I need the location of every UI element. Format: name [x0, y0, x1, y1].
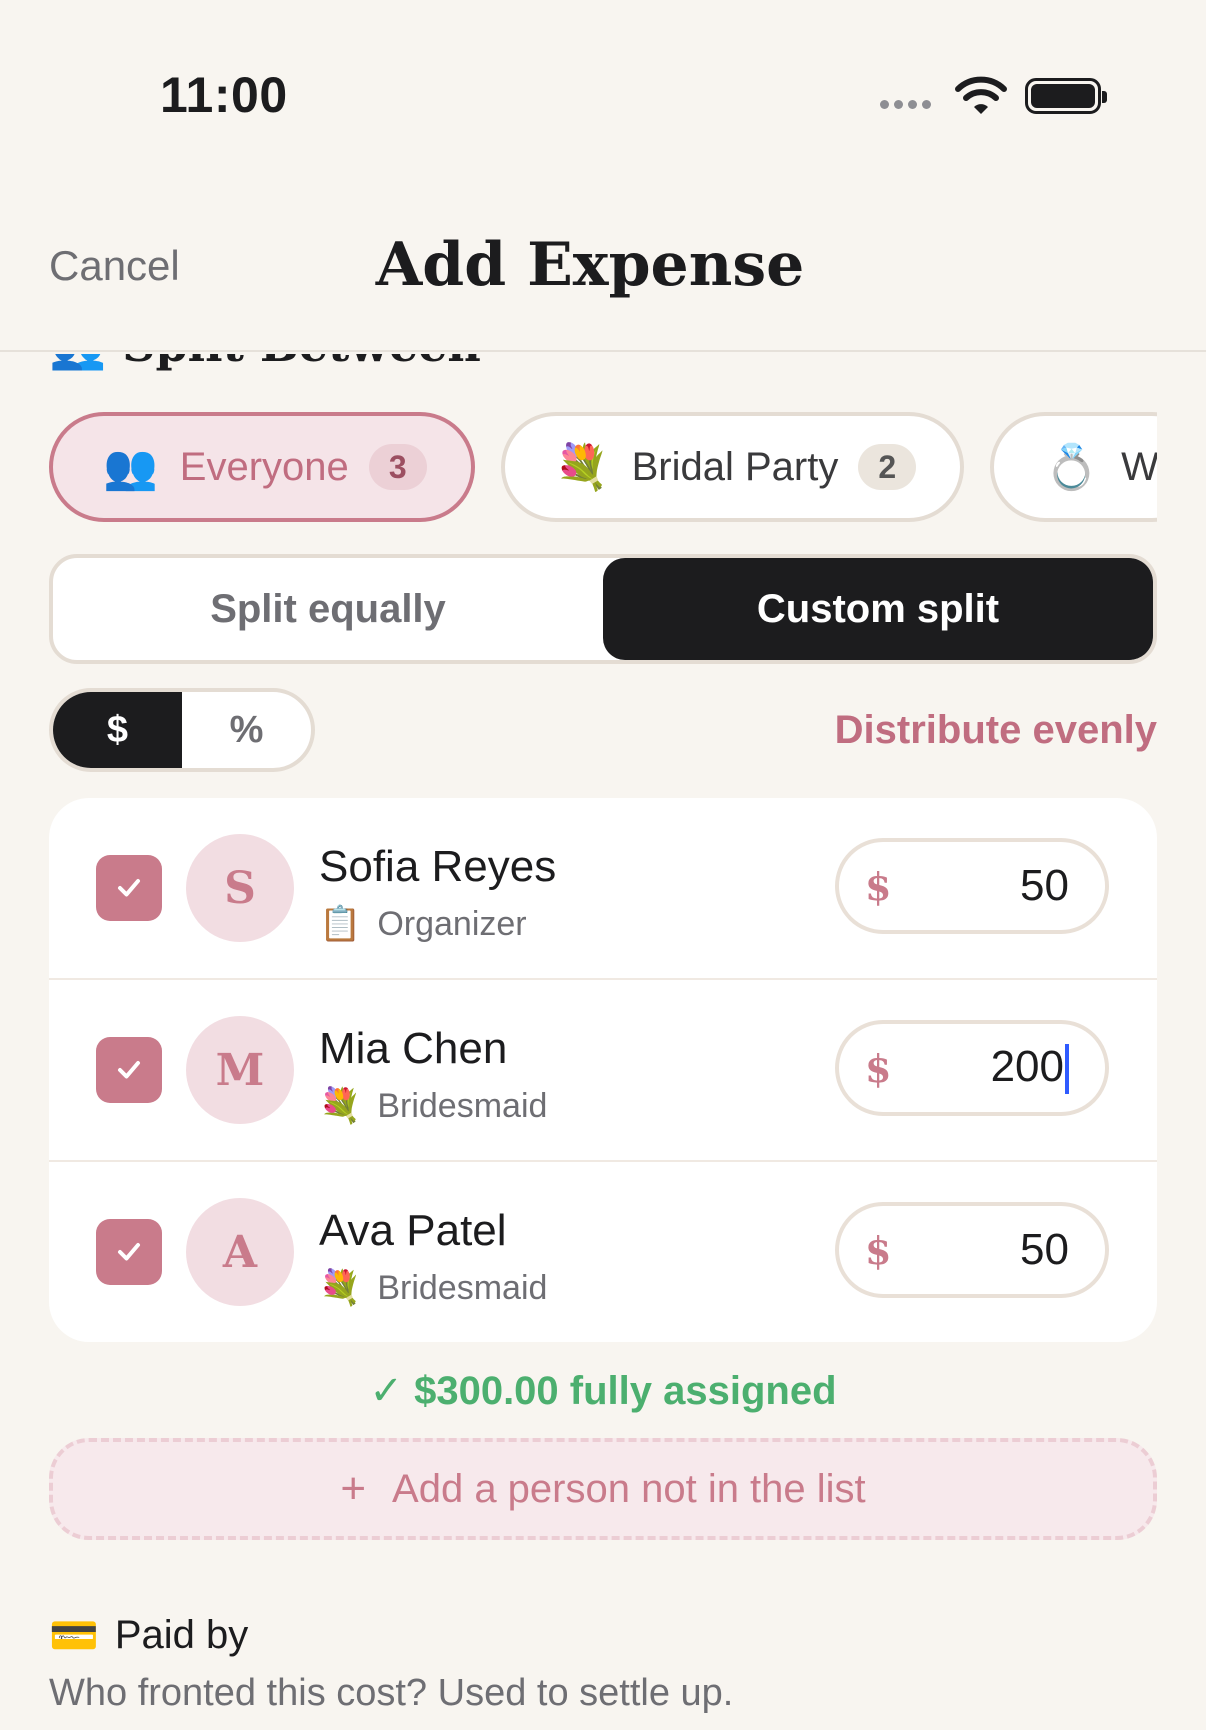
avatar: A	[186, 1198, 294, 1306]
people-icon: 👥	[103, 443, 158, 492]
custom-split-tab[interactable]: Custom split	[603, 558, 1153, 660]
chip-count-badge: 2	[858, 444, 917, 490]
chip-wedding[interactable]: 💍 W	[990, 412, 1157, 522]
bouquet-icon: 💐	[319, 1087, 362, 1125]
unit-toggle: $ %	[49, 688, 315, 772]
checkmark-icon	[118, 1243, 140, 1261]
amount-input[interactable]: $ 50	[835, 838, 1109, 934]
clipboard-icon: 📋	[319, 905, 362, 943]
person-checkbox[interactable]	[96, 1219, 162, 1285]
text-cursor	[1065, 1044, 1069, 1095]
cellular-signal-icon	[880, 99, 931, 109]
people-list: S Sofia Reyes 📋 Organizer $ 50 M Mia Che…	[49, 798, 1157, 1342]
amount-input[interactable]: $ 200	[835, 1020, 1109, 1116]
chip-label: Everyone	[179, 444, 349, 489]
person-role: 📋 Organizer	[319, 904, 527, 944]
currency-symbol: $	[865, 1045, 892, 1091]
currency-symbol: $	[865, 863, 892, 909]
wifi-icon	[955, 76, 1007, 114]
person-row: M Mia Chen 💐 Bridesmaid $ 200	[49, 980, 1157, 1162]
paid-by-header: 💳 Paid by	[49, 1612, 248, 1659]
person-role: 💐 Bridesmaid	[319, 1268, 547, 1308]
ring-icon: 💍	[1044, 443, 1100, 492]
assignment-status: ✓ $300.00 fully assigned	[369, 1369, 837, 1413]
amount-value: 50	[1020, 861, 1069, 910]
split-equally-tab[interactable]: Split equally	[53, 558, 603, 660]
section-title: 👥 Split Between	[49, 354, 481, 373]
amount-value: 200	[990, 1041, 1064, 1091]
avatar: M	[186, 1016, 294, 1124]
status-icons	[880, 76, 1107, 116]
amount-value: 50	[1020, 1225, 1069, 1274]
chip-count-badge: 3	[368, 444, 427, 490]
status-time: 11:00	[160, 67, 288, 123]
person-name: Ava Patel	[319, 1206, 507, 1255]
role-label: Bridesmaid	[377, 1268, 548, 1307]
role-label: Organizer	[377, 904, 527, 943]
nav-divider	[0, 350, 1206, 352]
person-checkbox[interactable]	[96, 855, 162, 921]
person-name: Sofia Reyes	[319, 842, 557, 891]
chip-everyone[interactable]: 👥 Everyone 3	[49, 412, 475, 522]
avatar: S	[186, 834, 294, 942]
person-row: A Ava Patel 💐 Bridesmaid $ 50	[49, 1162, 1157, 1342]
credit-card-icon: 💳	[49, 1614, 99, 1658]
section-count: 3 of 3 selected	[936, 354, 1157, 373]
distribute-evenly-button[interactable]: Distribute evenly	[835, 708, 1157, 753]
checkmark-icon	[118, 879, 140, 897]
split-mode-control: Split equally Custom split	[49, 554, 1157, 664]
currency-symbol: $	[865, 1227, 892, 1273]
bouquet-icon: 💐	[319, 1269, 362, 1307]
add-person-label: Add a person not in the list	[392, 1466, 866, 1511]
person-name: Mia Chen	[319, 1024, 508, 1073]
checkmark-icon	[118, 1061, 140, 1079]
chip-bridal-party[interactable]: 💐 Bridal Party 2	[500, 412, 965, 522]
nav-bar: Cancel Add Expense	[0, 210, 1206, 352]
add-person-button[interactable]: + Add a person not in the list	[49, 1438, 1157, 1540]
person-row: S Sofia Reyes 📋 Organizer $ 50	[49, 798, 1157, 980]
group-chip-strip[interactable]: 👥 Everyone 3 💐 Bridal Party 2 💍 W	[49, 412, 1157, 524]
chip-label: Bridal Party	[631, 444, 839, 489]
person-checkbox[interactable]	[96, 1037, 162, 1103]
chip-label: W	[1121, 444, 1157, 489]
amount-input[interactable]: $ 50	[835, 1202, 1109, 1298]
section-header: 👥 Split Between 3 of 3 selected	[49, 354, 1157, 374]
role-label: Bridesmaid	[377, 1086, 548, 1125]
paid-by-title: Paid by	[114, 1613, 249, 1657]
paid-by-subtitle: Who fronted this cost? Used to settle up…	[49, 1672, 734, 1714]
percent-unit-button[interactable]: %	[182, 692, 311, 768]
page-title: Add Expense	[375, 230, 805, 300]
battery-icon	[1025, 78, 1107, 114]
person-role: 💐 Bridesmaid	[319, 1086, 547, 1126]
plus-icon: +	[340, 1464, 367, 1513]
dollar-unit-button[interactable]: $	[53, 692, 182, 768]
amount-value-focused: 200	[891, 1041, 1069, 1095]
bouquet-icon: 💐	[554, 443, 610, 492]
